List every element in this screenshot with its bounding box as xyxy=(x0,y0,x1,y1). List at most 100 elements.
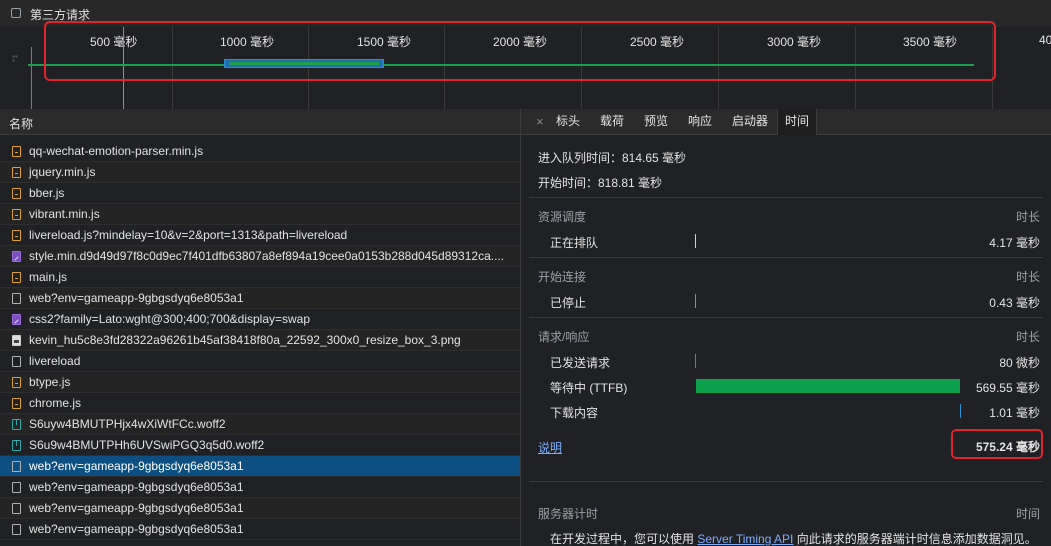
content-download-label: 下载内容 xyxy=(550,406,599,420)
tab-headers[interactable]: 标头 xyxy=(549,109,587,134)
queued-at: 进入队列时间：814.65 毫秒 xyxy=(538,151,687,165)
request-row[interactable]: jquery.min.js xyxy=(0,162,520,183)
tab-timing[interactable]: 时间 xyxy=(777,109,818,135)
queueing-bar xyxy=(695,234,696,248)
request-row[interactable]: kevin_hu5c8e3fd28322a96261b45af38418f80a… xyxy=(0,330,520,351)
request-name: jquery.min.js xyxy=(29,165,96,179)
duration-header: 时长 xyxy=(1015,210,1040,224)
script-file-icon xyxy=(12,398,21,409)
request-name: livereload.js?mindelay=10&v=2&port=1313&… xyxy=(29,228,348,242)
time-header: 时间 xyxy=(1015,507,1040,521)
explanation-link[interactable]: 说明 xyxy=(538,439,562,456)
request-sent-bar xyxy=(695,354,696,368)
document-file-icon xyxy=(12,482,21,493)
resource-scheduling-title: 资源调度 xyxy=(538,210,587,224)
request-row[interactable]: bber.js xyxy=(0,183,520,204)
request-name: S6uyw4BMUTPHjx4wXiWtFCc.woff2 xyxy=(29,417,226,431)
request-row[interactable]: main.js xyxy=(0,267,520,288)
document-file-icon xyxy=(12,503,21,514)
overview-highlight-box xyxy=(44,21,996,81)
request-row[interactable]: web?env=gameapp-9gbgsdyq6e8053a1 xyxy=(0,288,520,309)
request-row[interactable]: S6u9w4BMUTPHh6UVSwiPGQ3q5d0.woff2 xyxy=(0,435,520,456)
request-name: vibrant.min.js xyxy=(29,207,100,221)
request-row[interactable]: web?env=gameapp-9gbgsdyq6e8053a1 xyxy=(0,498,520,519)
content-download-value: 1.01 毫秒 xyxy=(989,406,1040,420)
request-details-panel: × 标头 载荷 预览 响应 启动器 时间 进入队列时间：814.65 毫秒 开始… xyxy=(521,109,1051,546)
name-column-title: 名称 xyxy=(9,117,34,131)
request-response-title: 请求/响应 xyxy=(538,330,590,344)
script-file-icon xyxy=(12,377,21,388)
font-file-icon xyxy=(12,439,21,451)
partial-row xyxy=(0,134,520,141)
request-name: livereload xyxy=(29,354,81,368)
duration-header: 时长 xyxy=(1015,270,1040,284)
request-row[interactable]: S6uyw4BMUTPHjx4wXiWtFCc.woff2 xyxy=(0,414,520,435)
script-file-icon xyxy=(12,146,21,157)
tab-response[interactable]: 响应 xyxy=(681,109,719,134)
details-tab-bar: × 标头 载荷 预览 响应 启动器 时间 xyxy=(521,109,1051,135)
divider xyxy=(529,317,1043,318)
request-name: btype.js xyxy=(29,375,71,389)
request-name: web?env=gameapp-9gbgsdyq6e8053a1 xyxy=(29,459,244,473)
request-row[interactable]: chrome.js xyxy=(0,393,520,414)
request-name: style.min.d9d49d97f8c0d9ec7f401dfb63807a… xyxy=(29,249,505,263)
tick-label: 40 xyxy=(1039,33,1051,47)
stalled-value: 0.43 毫秒 xyxy=(989,296,1040,310)
document-file-icon xyxy=(12,461,21,472)
stylesheet-file-icon xyxy=(12,251,21,262)
request-row[interactable]: btype.js xyxy=(0,372,520,393)
request-name: web?env=gameapp-9gbgsdyq6e8053a1 xyxy=(29,501,244,515)
third-party-checkbox[interactable] xyxy=(11,8,21,18)
request-list-panel: 名称 qq-wechat-emotion-parser.min.js jquery… xyxy=(0,109,521,546)
name-column-header[interactable]: 名称 xyxy=(0,109,520,135)
request-row[interactable]: livereload xyxy=(0,351,520,372)
request-row[interactable]: style.min.d9d49d97f8c0d9ec7f401dfb63807a… xyxy=(0,246,520,267)
started-at: 开始时间：818.81 毫秒 xyxy=(538,176,663,190)
queueing-label: 正在排队 xyxy=(550,236,599,250)
request-row[interactable]: vibrant.min.js xyxy=(0,204,520,225)
request-name: chrome.js xyxy=(29,396,82,410)
request-row[interactable]: qq-wechat-emotion-parser.min.js xyxy=(0,141,520,162)
request-name: web?env=gameapp-9gbgsdyq6e8053a1 xyxy=(29,480,244,494)
divider xyxy=(529,257,1043,258)
request-name: S6u9w4BMUTPHh6UVSwiPGQ3q5d0.woff2 xyxy=(29,438,265,452)
request-name: main.js xyxy=(29,270,68,284)
font-file-icon xyxy=(12,418,21,430)
request-row[interactable]: web?env=gameapp-9gbgsdyq6e8053a1 xyxy=(0,519,520,540)
document-file-icon xyxy=(12,356,21,367)
divider xyxy=(529,197,1043,198)
total-highlight-box xyxy=(951,429,1043,459)
waiting-ttfb-label: 等待中 (TTFB) xyxy=(550,381,628,395)
request-row[interactable]: web?env=gameapp-9gbgsdyq6e8053a1 xyxy=(0,477,520,498)
script-file-icon xyxy=(12,230,21,241)
script-file-icon xyxy=(12,272,21,283)
first-paint-marker xyxy=(31,47,32,109)
request-sent-label: 已发送请求 xyxy=(550,356,611,370)
image-file-icon xyxy=(12,335,21,346)
content-download-bar xyxy=(960,404,961,418)
request-name: web?env=gameapp-9gbgsdyq6e8053a1 xyxy=(29,522,244,536)
overview-minimap-marks: ▪▪ ▪ xyxy=(12,52,18,65)
request-sent-value: 80 微秒 xyxy=(999,356,1040,370)
tab-payload[interactable]: 载荷 xyxy=(593,109,631,134)
document-file-icon xyxy=(12,293,21,304)
queueing-value: 4.17 毫秒 xyxy=(989,236,1040,250)
waiting-ttfb-bar xyxy=(696,379,960,393)
document-file-icon xyxy=(12,524,21,535)
stalled-bar xyxy=(695,294,696,308)
request-row[interactable]: css2?family=Lato:wght@300;400;700&displa… xyxy=(0,309,520,330)
request-row[interactable]: livereload.js?mindelay=10&v=2&port=1313&… xyxy=(0,225,520,246)
request-name: kevin_hu5c8e3fd28322a96261b45af38418f80a… xyxy=(29,333,461,347)
stylesheet-file-icon xyxy=(12,314,21,325)
waiting-ttfb-value: 569.55 毫秒 xyxy=(975,381,1040,395)
server-timing-description: 在开发过程中，您可以使用 Server Timing API 向此请求的服务器端… xyxy=(550,532,1037,546)
close-details-icon[interactable]: × xyxy=(529,109,551,134)
request-name: web?env=gameapp-9gbgsdyq6e8053a1 xyxy=(29,291,244,305)
duration-header: 时长 xyxy=(1015,330,1040,344)
script-file-icon xyxy=(12,209,21,220)
tab-initiator[interactable]: 启动器 xyxy=(725,109,775,134)
server-timing-api-link[interactable]: Server Timing API xyxy=(697,532,793,546)
tab-preview[interactable]: 预览 xyxy=(637,109,675,134)
overview-timeline[interactable]: 500 毫秒 1000 毫秒 1500 毫秒 2000 毫秒 2500 毫秒 3… xyxy=(0,21,1051,110)
request-row[interactable]: web?env=gameapp-9gbgsdyq6e8053a1 xyxy=(0,456,520,477)
